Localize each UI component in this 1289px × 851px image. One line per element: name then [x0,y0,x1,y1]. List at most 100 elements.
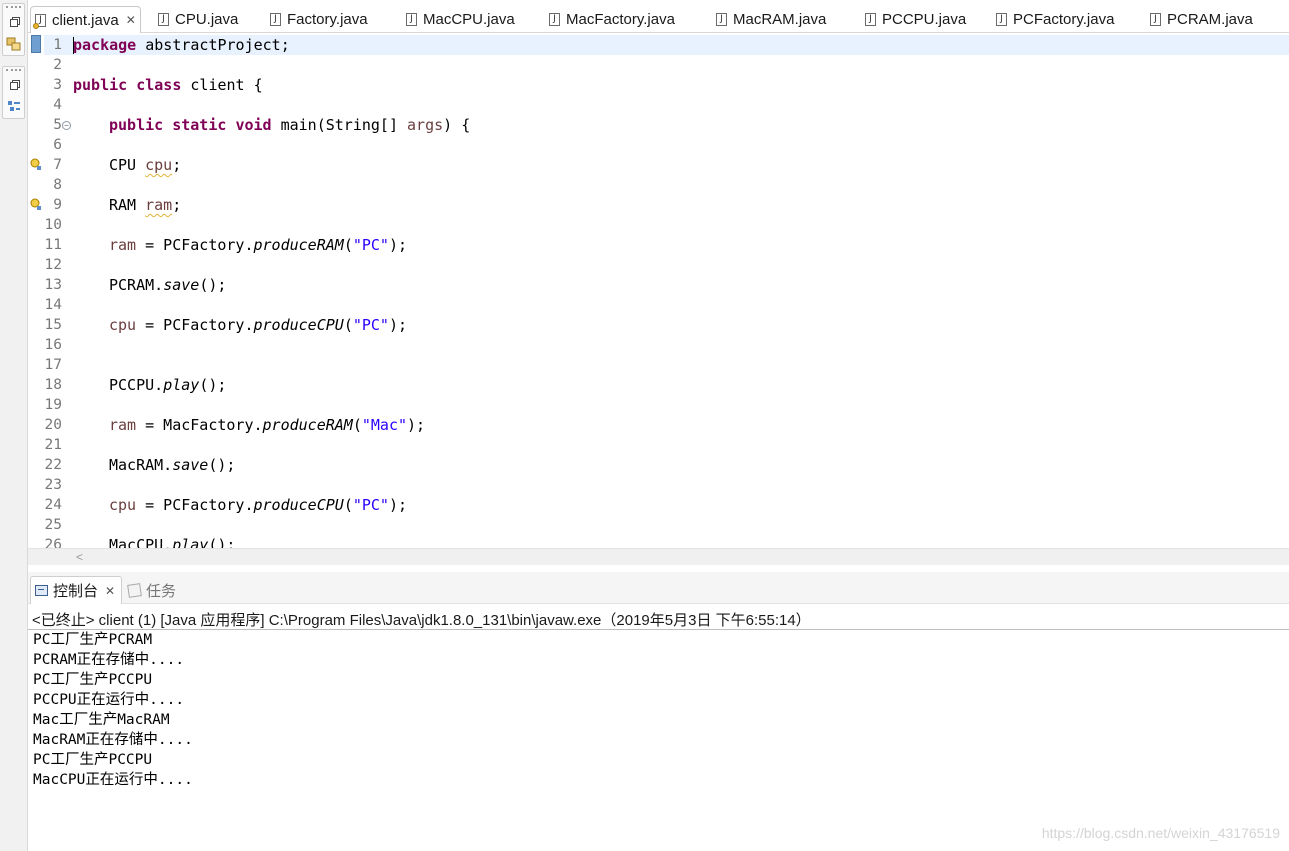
trim-grip[interactable] [6,69,21,72]
output-line: PCRAM正在存储中.... [33,652,185,668]
fold-collapse-icon[interactable]: − [62,121,71,130]
close-icon[interactable]: ✕ [126,13,136,27]
line-number: 18 [44,377,62,393]
java-file-icon: J [270,13,281,26]
code-text: MacRAM. [109,456,173,474]
code-text: PCRAM. [109,276,164,294]
code-text: RAM [109,196,146,214]
line-number: 8 [53,177,62,193]
code-text: PCCPU. [109,376,164,394]
code-line-22: MacRAM.save(); [109,455,235,475]
line-number: 20 [44,417,62,433]
restore-icon[interactable] [6,15,22,31]
console-view: 控制台 ✕ 任务 <已终止> client (1) [Java 应用程序] C:… [28,572,1289,851]
tab-label: 任务 [146,582,177,600]
code-text: ( [352,416,362,434]
tab-macfactory-java[interactable]: J MacFactory.java [549,6,675,33]
method-call: produceRAM [262,416,353,434]
keyword: class [136,76,182,94]
output-line: PCCPU正在运行中.... [33,692,185,708]
console-tab-bar: 控制台 ✕ 任务 [28,572,1289,604]
warning-icon[interactable] [30,197,42,211]
line-number: 11 [44,237,62,253]
code-line-1: package abstractProject; [73,35,290,55]
tab-tasks[interactable]: 任务 [127,576,177,604]
java-file-icon: J [158,13,169,26]
code-text: (); [208,456,236,474]
package-explorer-icon[interactable] [6,36,22,52]
tab-pcfactory-java[interactable]: J PCFactory.java [996,6,1114,33]
tab-pccpu-java[interactable]: J PCCPU.java [865,6,966,33]
tab-label: CPU.java [175,11,239,28]
line-number: 24 [44,497,62,513]
java-file-icon: J [865,13,876,26]
line-number: 3 [53,77,62,93]
code-text: main(String[] [271,116,408,134]
tab-client-java[interactable]: J client.java ✕ [30,6,141,34]
line-number: 7 [53,157,62,173]
variable: cpu [109,496,137,514]
code-text: (); [199,276,227,294]
tab-label: MacRAM.java [733,11,827,28]
method-call: produceCPU [253,496,344,514]
line-number: 9 [53,197,62,213]
code-text: = PCFactory. [136,236,254,254]
code-line-3: public class client { [73,75,263,95]
tab-factory-java[interactable]: J Factory.java [270,6,368,33]
java-file-icon: J [996,13,1007,26]
line-number: 21 [44,437,62,453]
code-text: ; [172,156,182,174]
warning-icon[interactable] [30,157,42,171]
output-line: Mac工厂生产MacRAM [33,712,170,728]
code-text: = PCFactory. [136,496,254,514]
watermark-text: https://blog.csdn.net/weixin_43176519 [1041,825,1280,841]
variable: ram [145,196,173,214]
console-icon [35,585,48,596]
code-line-7: CPU cpu; [109,155,181,175]
code-text: ) { [443,116,471,134]
code-text: ); [407,416,426,434]
line-number: 1 [53,37,62,53]
code-text: abstractProject; [136,36,290,54]
java-file-icon: J [549,13,560,26]
variable: ram [109,236,137,254]
console-output[interactable]: PC工厂生产PCRAM PCRAM正在存储中.... PC工厂生产PCCPU P… [33,630,193,790]
code-text: ; [172,196,182,214]
code-editor[interactable]: 1 2 3 4 5 6 7 8 9 10 11 12 13 14 15 16 1… [28,33,1289,548]
tab-cpu-java[interactable]: J CPU.java [158,6,238,33]
code-text: ); [388,316,408,334]
line-number: 13 [44,277,62,293]
line-number: 16 [44,337,62,353]
keyword: static [172,116,227,134]
left-trim-bar [0,0,28,851]
tab-pcram-java[interactable]: J PCRAM.java [1150,6,1253,33]
code-text: ( [343,316,353,334]
line-number: 22 [44,457,62,473]
keyword: void [235,116,272,134]
variable: ram [109,416,137,434]
tab-maccpu-java[interactable]: J MacCPU.java [406,6,515,33]
horizontal-scrollbar[interactable]: < [28,548,1289,565]
tab-label: MacCPU.java [423,11,515,28]
outline-icon[interactable] [6,99,22,115]
line-number: 23 [44,477,62,493]
tab-console[interactable]: 控制台 ✕ [30,576,123,604]
tab-macram-java[interactable]: J MacRAM.java [716,6,826,33]
tab-label: PCCPU.java [882,11,967,28]
method-call: save [163,276,200,294]
restore-icon[interactable] [6,78,22,94]
code-text: CPU [109,156,146,174]
trim-grip[interactable] [6,6,21,9]
keyword: package [73,36,137,54]
line-number: 12 [44,257,62,273]
method-call: save [172,456,209,474]
line-number: 17 [44,357,62,373]
close-icon[interactable]: ✕ [105,584,115,598]
variable: cpu [145,156,173,174]
code-text: client { [181,76,263,94]
method-call: play [172,536,209,548]
scroll-left-icon[interactable]: < [76,550,83,564]
line-number: 19 [44,397,62,413]
output-line: PC工厂生产PCCPU [33,752,153,768]
keyword: public [109,116,164,134]
